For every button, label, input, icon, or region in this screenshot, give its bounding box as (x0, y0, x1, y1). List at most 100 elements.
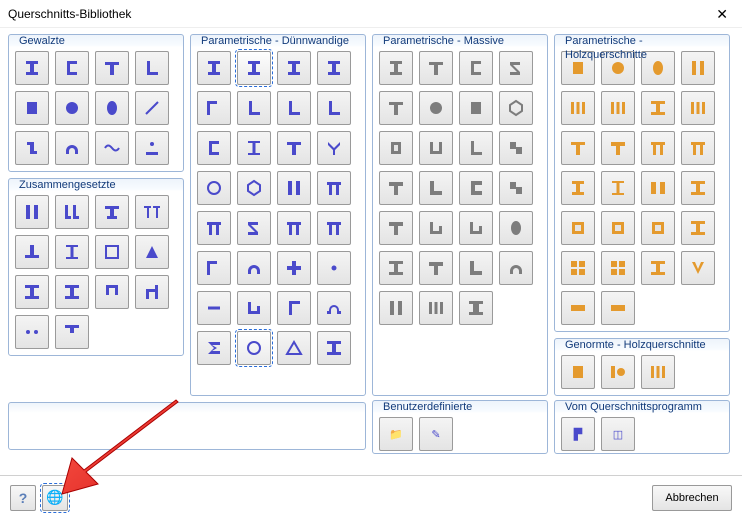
gewalzte-shape-T[interactable] (95, 51, 129, 85)
gewalzte-shape-z[interactable] (15, 131, 49, 165)
holz-shape-box2[interactable] (601, 211, 635, 245)
holz-shape-T2[interactable] (601, 131, 635, 165)
massive-shape-tube[interactable] (379, 131, 413, 165)
thin-shape-omega2[interactable] (317, 291, 351, 325)
massive-shape-II[interactable] (379, 291, 413, 325)
zusammen-shape-Ib[interactable] (15, 275, 49, 309)
holz-shape-T[interactable] (561, 131, 595, 165)
thin-shape-L[interactable] (277, 91, 311, 125)
zusammen-shape-IL[interactable] (55, 195, 89, 229)
massive-shape-T2[interactable] (379, 171, 413, 205)
gewalzte-shape-L[interactable] (135, 51, 169, 85)
thin-shape-plus[interactable] (277, 251, 311, 285)
massive-shape-step[interactable] (499, 131, 533, 165)
massive-shape-L3[interactable] (459, 251, 493, 285)
zusammen-shape-Tb[interactable] (95, 195, 129, 229)
gewalzte-shape-dot-top[interactable] (135, 131, 169, 165)
thin-shape-I[interactable] (197, 51, 231, 85)
massive-shape-I4[interactable] (379, 251, 413, 285)
gewalzte-shape-angle[interactable] (135, 91, 169, 125)
holz-shape-III3[interactable] (681, 91, 715, 125)
thin-shape-omega[interactable] (237, 251, 271, 285)
holz-shape-III2[interactable] (601, 91, 635, 125)
thin-shape-pibold[interactable] (197, 211, 231, 245)
gewalzte-shape-circle[interactable] (55, 91, 89, 125)
gewalzte-shape-omega[interactable] (55, 131, 89, 165)
zusammen-shape-frame[interactable] (95, 235, 129, 269)
holz-shape-bar2[interactable] (601, 291, 635, 325)
thin-shape-II[interactable] (277, 171, 311, 205)
prog1-button[interactable]: ▛ (561, 417, 595, 451)
massive-shape-T[interactable] (419, 51, 453, 85)
zusammen-shape-Ic[interactable] (55, 275, 89, 309)
close-icon[interactable]: ✕ (710, 0, 734, 28)
massive-shape-rect[interactable] (459, 91, 493, 125)
thin-shape-ch[interactable] (237, 291, 271, 325)
zusammen-shape-wedge[interactable] (135, 235, 169, 269)
massive-shape-L[interactable] (459, 131, 493, 165)
gewalzte-shape-oval[interactable] (95, 91, 129, 125)
zusammen-shape-clamp[interactable] (135, 275, 169, 309)
thin-shape-Y[interactable] (317, 131, 351, 165)
thin-shape-T[interactable] (277, 131, 311, 165)
massive-shape-hex[interactable] (499, 91, 533, 125)
massive-shape-C[interactable] (459, 51, 493, 85)
massive-shape-III[interactable] (419, 291, 453, 325)
zusammen-shape-Ts[interactable] (55, 315, 89, 349)
holz-shape-box3[interactable] (641, 211, 675, 245)
cancel-button[interactable]: Abbrechen (652, 485, 732, 511)
massive-shape-circle[interactable] (419, 91, 453, 125)
genormte-shape-III[interactable] (641, 355, 675, 389)
thin-shape-Z[interactable] (237, 211, 271, 245)
zusammen-shape-cap[interactable] (95, 275, 129, 309)
massive-shape-T4[interactable] (419, 251, 453, 285)
massive-shape-omega[interactable] (499, 251, 533, 285)
massive-shape-T[interactable] (379, 91, 413, 125)
benutzer-edit-button[interactable]: ✎ (419, 417, 453, 451)
massive-shape-T3[interactable] (379, 211, 413, 245)
holz-shape-pi2[interactable] (681, 131, 715, 165)
gewalzte-shape-rect[interactable] (15, 91, 49, 125)
holz-shape-grid2[interactable] (601, 251, 635, 285)
holz-shape-box[interactable] (561, 211, 595, 245)
massive-shape-step2[interactable] (499, 171, 533, 205)
thin-shape-L[interactable] (237, 91, 271, 125)
holz-shape-II2[interactable] (641, 171, 675, 205)
thin-shape-I[interactable] (237, 51, 271, 85)
thin-shape-L[interactable] (317, 91, 351, 125)
holz-shape-III[interactable] (561, 91, 595, 125)
globe-button[interactable]: 🌐 (42, 485, 68, 511)
massive-shape-ch2[interactable] (459, 211, 493, 245)
holz-shape-I2[interactable] (601, 171, 635, 205)
massive-shape-U[interactable] (419, 131, 453, 165)
genormte-shape-rect[interactable] (561, 355, 595, 389)
holz-shape-Is[interactable] (641, 251, 675, 285)
holz-shape-Ib[interactable] (681, 171, 715, 205)
massive-shape-oval[interactable] (499, 211, 533, 245)
holz-shape-grid[interactable] (561, 251, 595, 285)
massive-shape-Ir[interactable] (459, 291, 493, 325)
genormte-shape-IO[interactable] (601, 355, 635, 389)
zusammen-shape-dots[interactable] (15, 315, 49, 349)
holz-shape-pi[interactable] (641, 131, 675, 165)
benutzer-open-button[interactable]: 📁 (379, 417, 413, 451)
gewalzte-shape-C[interactable] (55, 51, 89, 85)
thin-shape-tri[interactable] (277, 331, 311, 365)
holz-shape-I3[interactable] (641, 91, 675, 125)
thin-shape-C[interactable] (197, 131, 231, 165)
thin-shape-sigma[interactable] (197, 331, 231, 365)
massive-shape-C2[interactable] (459, 171, 493, 205)
thin-shape-minus[interactable] (197, 291, 231, 325)
thin-shape-I2[interactable] (237, 131, 271, 165)
zusammen-shape-Tn[interactable] (15, 235, 49, 269)
thin-shape-pi[interactable] (317, 171, 351, 205)
zusammen-shape-I2[interactable] (55, 235, 89, 269)
holz-shape-V[interactable] (681, 251, 715, 285)
thin-shape-pi3[interactable] (317, 211, 351, 245)
gewalzte-shape-I[interactable] (15, 51, 49, 85)
thin-shape-I[interactable] (277, 51, 311, 85)
thin-shape-dot[interactable] (317, 251, 351, 285)
holz-shape-Ic[interactable] (681, 211, 715, 245)
thin-shape-Tl[interactable] (197, 91, 231, 125)
massive-shape-ch[interactable] (419, 211, 453, 245)
